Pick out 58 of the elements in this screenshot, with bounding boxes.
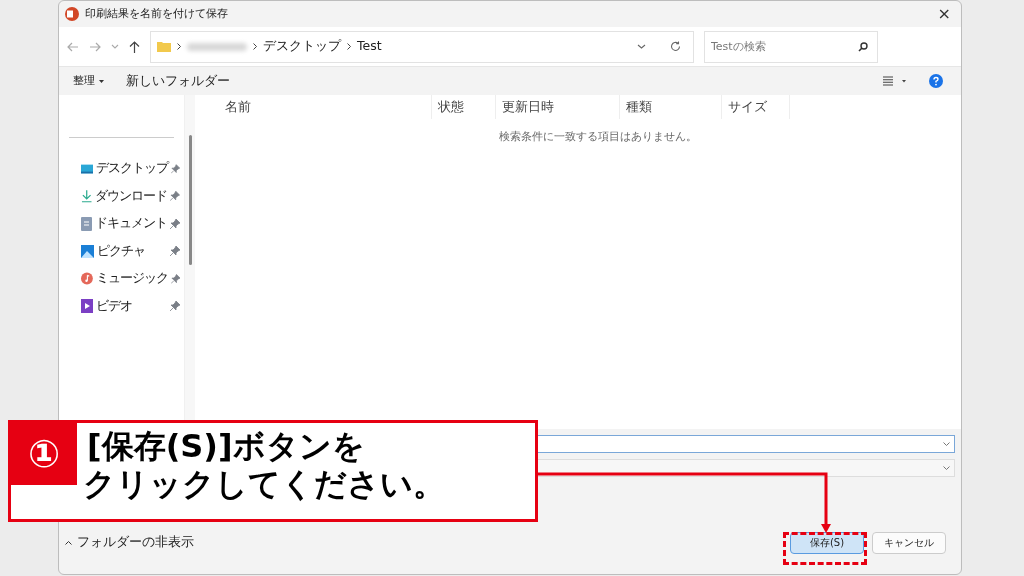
picture-icon bbox=[81, 244, 94, 258]
step-number: ① bbox=[11, 423, 77, 485]
callout-line: [保存(S)]ボタンを bbox=[86, 426, 365, 467]
document-icon bbox=[81, 216, 92, 231]
sidebar-item[interactable]: ビデオ bbox=[59, 292, 184, 320]
view-menu-icon[interactable] bbox=[883, 76, 907, 86]
pin-icon bbox=[170, 301, 180, 312]
download-icon bbox=[81, 189, 93, 203]
chevron-icon bbox=[253, 43, 257, 50]
caret-icon[interactable] bbox=[637, 44, 646, 49]
new-folder-button[interactable]: 新しいフォルダー bbox=[126, 71, 230, 91]
folder-icon bbox=[157, 41, 171, 52]
music-icon bbox=[81, 272, 93, 286]
pin-icon bbox=[170, 246, 180, 257]
refresh-icon[interactable] bbox=[670, 41, 681, 52]
column-header[interactable]: 状態 bbox=[432, 95, 496, 119]
caret-icon bbox=[99, 79, 104, 83]
caret-icon bbox=[65, 540, 72, 545]
up-icon[interactable] bbox=[129, 40, 140, 53]
column-header[interactable]: 更新日時 bbox=[496, 95, 620, 119]
chevron-icon bbox=[347, 43, 351, 50]
app-icon bbox=[65, 7, 79, 21]
close-button[interactable]: × bbox=[937, 6, 951, 22]
search-icon bbox=[858, 41, 868, 52]
forward-icon[interactable] bbox=[89, 41, 101, 52]
column-header[interactable]: 名前 bbox=[195, 95, 432, 119]
save-button[interactable]: 保存(S) bbox=[790, 531, 864, 554]
sidebar-item[interactable]: ドキュメント bbox=[59, 210, 184, 238]
video-icon bbox=[81, 299, 93, 314]
pin-icon bbox=[170, 191, 180, 202]
caret-icon bbox=[943, 442, 950, 446]
breadcrumb-item[interactable]: Test bbox=[357, 37, 382, 56]
sidebar-item[interactable]: ミュージック bbox=[59, 265, 184, 293]
column-header[interactable]: 種類 bbox=[620, 95, 722, 119]
blurred-path-segment bbox=[187, 42, 247, 51]
chevron-icon bbox=[177, 43, 181, 50]
organize-menu[interactable]: 整理 bbox=[73, 72, 104, 90]
monitor-icon bbox=[81, 162, 94, 175]
search-field[interactable]: Testの検索 bbox=[704, 30, 878, 63]
column-header[interactable]: サイズ bbox=[722, 95, 790, 119]
back-icon[interactable] bbox=[67, 41, 79, 52]
address-bar[interactable]: デスクトップ Test bbox=[150, 30, 694, 63]
cancel-button[interactable]: キャンセル bbox=[872, 531, 946, 554]
empty-message: 検索条件に一致する項目はありません。 bbox=[499, 129, 697, 144]
help-icon[interactable] bbox=[929, 74, 943, 88]
sidebar-item[interactable]: ダウンロード bbox=[59, 182, 184, 210]
sidebar-item[interactable]: ピクチャ bbox=[59, 237, 184, 265]
pin-icon bbox=[170, 218, 180, 229]
window-title: 印刷結果を名前を付けて保存 bbox=[85, 5, 228, 22]
hide-folders-button[interactable]: フォルダーの非表示 bbox=[65, 533, 194, 552]
pin-icon bbox=[171, 163, 180, 174]
scrollbar-thumb[interactable] bbox=[188, 135, 192, 265]
file-name-field[interactable] bbox=[537, 435, 955, 453]
callout-line: クリックしてください。 bbox=[82, 464, 446, 505]
caret-icon bbox=[943, 466, 950, 470]
pin-icon bbox=[170, 273, 180, 284]
sidebar-item[interactable]: デスクトップ bbox=[59, 155, 184, 183]
breadcrumb-item[interactable]: デスクトップ bbox=[263, 37, 341, 56]
